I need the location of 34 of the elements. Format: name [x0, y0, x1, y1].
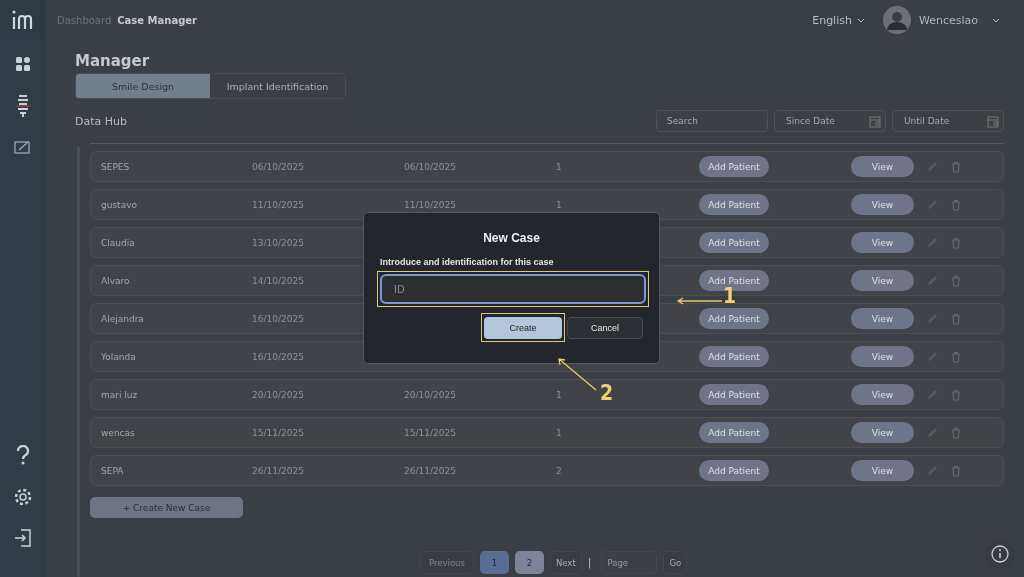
table-cell: 2 [556, 465, 562, 476]
table-cell: 20/10/2025 [404, 389, 456, 400]
table-cell: 26/11/2025 [404, 465, 456, 476]
table-cell: 1 [556, 199, 562, 210]
case-name: mari luz [101, 389, 139, 400]
table-cell: 11/10/2025 [404, 199, 456, 210]
table-cell: 1 [556, 427, 562, 438]
table-cell-text: 14/10/2025 [252, 275, 305, 286]
section-title: Data Hub [75, 114, 127, 128]
page-title: Manager [75, 52, 151, 70]
table-cell: 1 [556, 389, 562, 400]
table-cell: 06/10/2025 [404, 161, 456, 172]
dialog-prompt: Introduce and identification for this case [380, 257, 555, 267]
table-cell: 1 [556, 161, 562, 172]
table-cell-text: 16/10/2025 [252, 351, 305, 362]
case-name: Claudia [101, 237, 136, 248]
table-cell-text: 20/10/2025 [252, 389, 305, 400]
case-name: Yolanda [101, 351, 137, 362]
case-name: Alvaro [101, 275, 131, 286]
table-cell-text: 11/10/2025 [252, 199, 305, 210]
separator: | [587, 556, 592, 569]
table-cell-text: 16/10/2025 [252, 313, 305, 324]
table-cell-text: 15/11/2025 [252, 427, 305, 438]
table-cell-text: 26/11/2025 [252, 465, 305, 476]
table-cell-text: 13/10/2025 [252, 237, 305, 248]
table-cell-text: 06/10/2025 [252, 161, 305, 172]
dialog-title: New Case [482, 231, 541, 245]
annotation-number: 2 [600, 381, 614, 405]
case-name: Alejandra [101, 313, 145, 324]
case-name: wencas [101, 427, 136, 438]
table-cell: 15/11/2025 [404, 427, 456, 438]
case-name: gustavo [101, 199, 138, 210]
case-name: SEPES [101, 161, 131, 172]
case-name: SEPA [101, 465, 125, 476]
